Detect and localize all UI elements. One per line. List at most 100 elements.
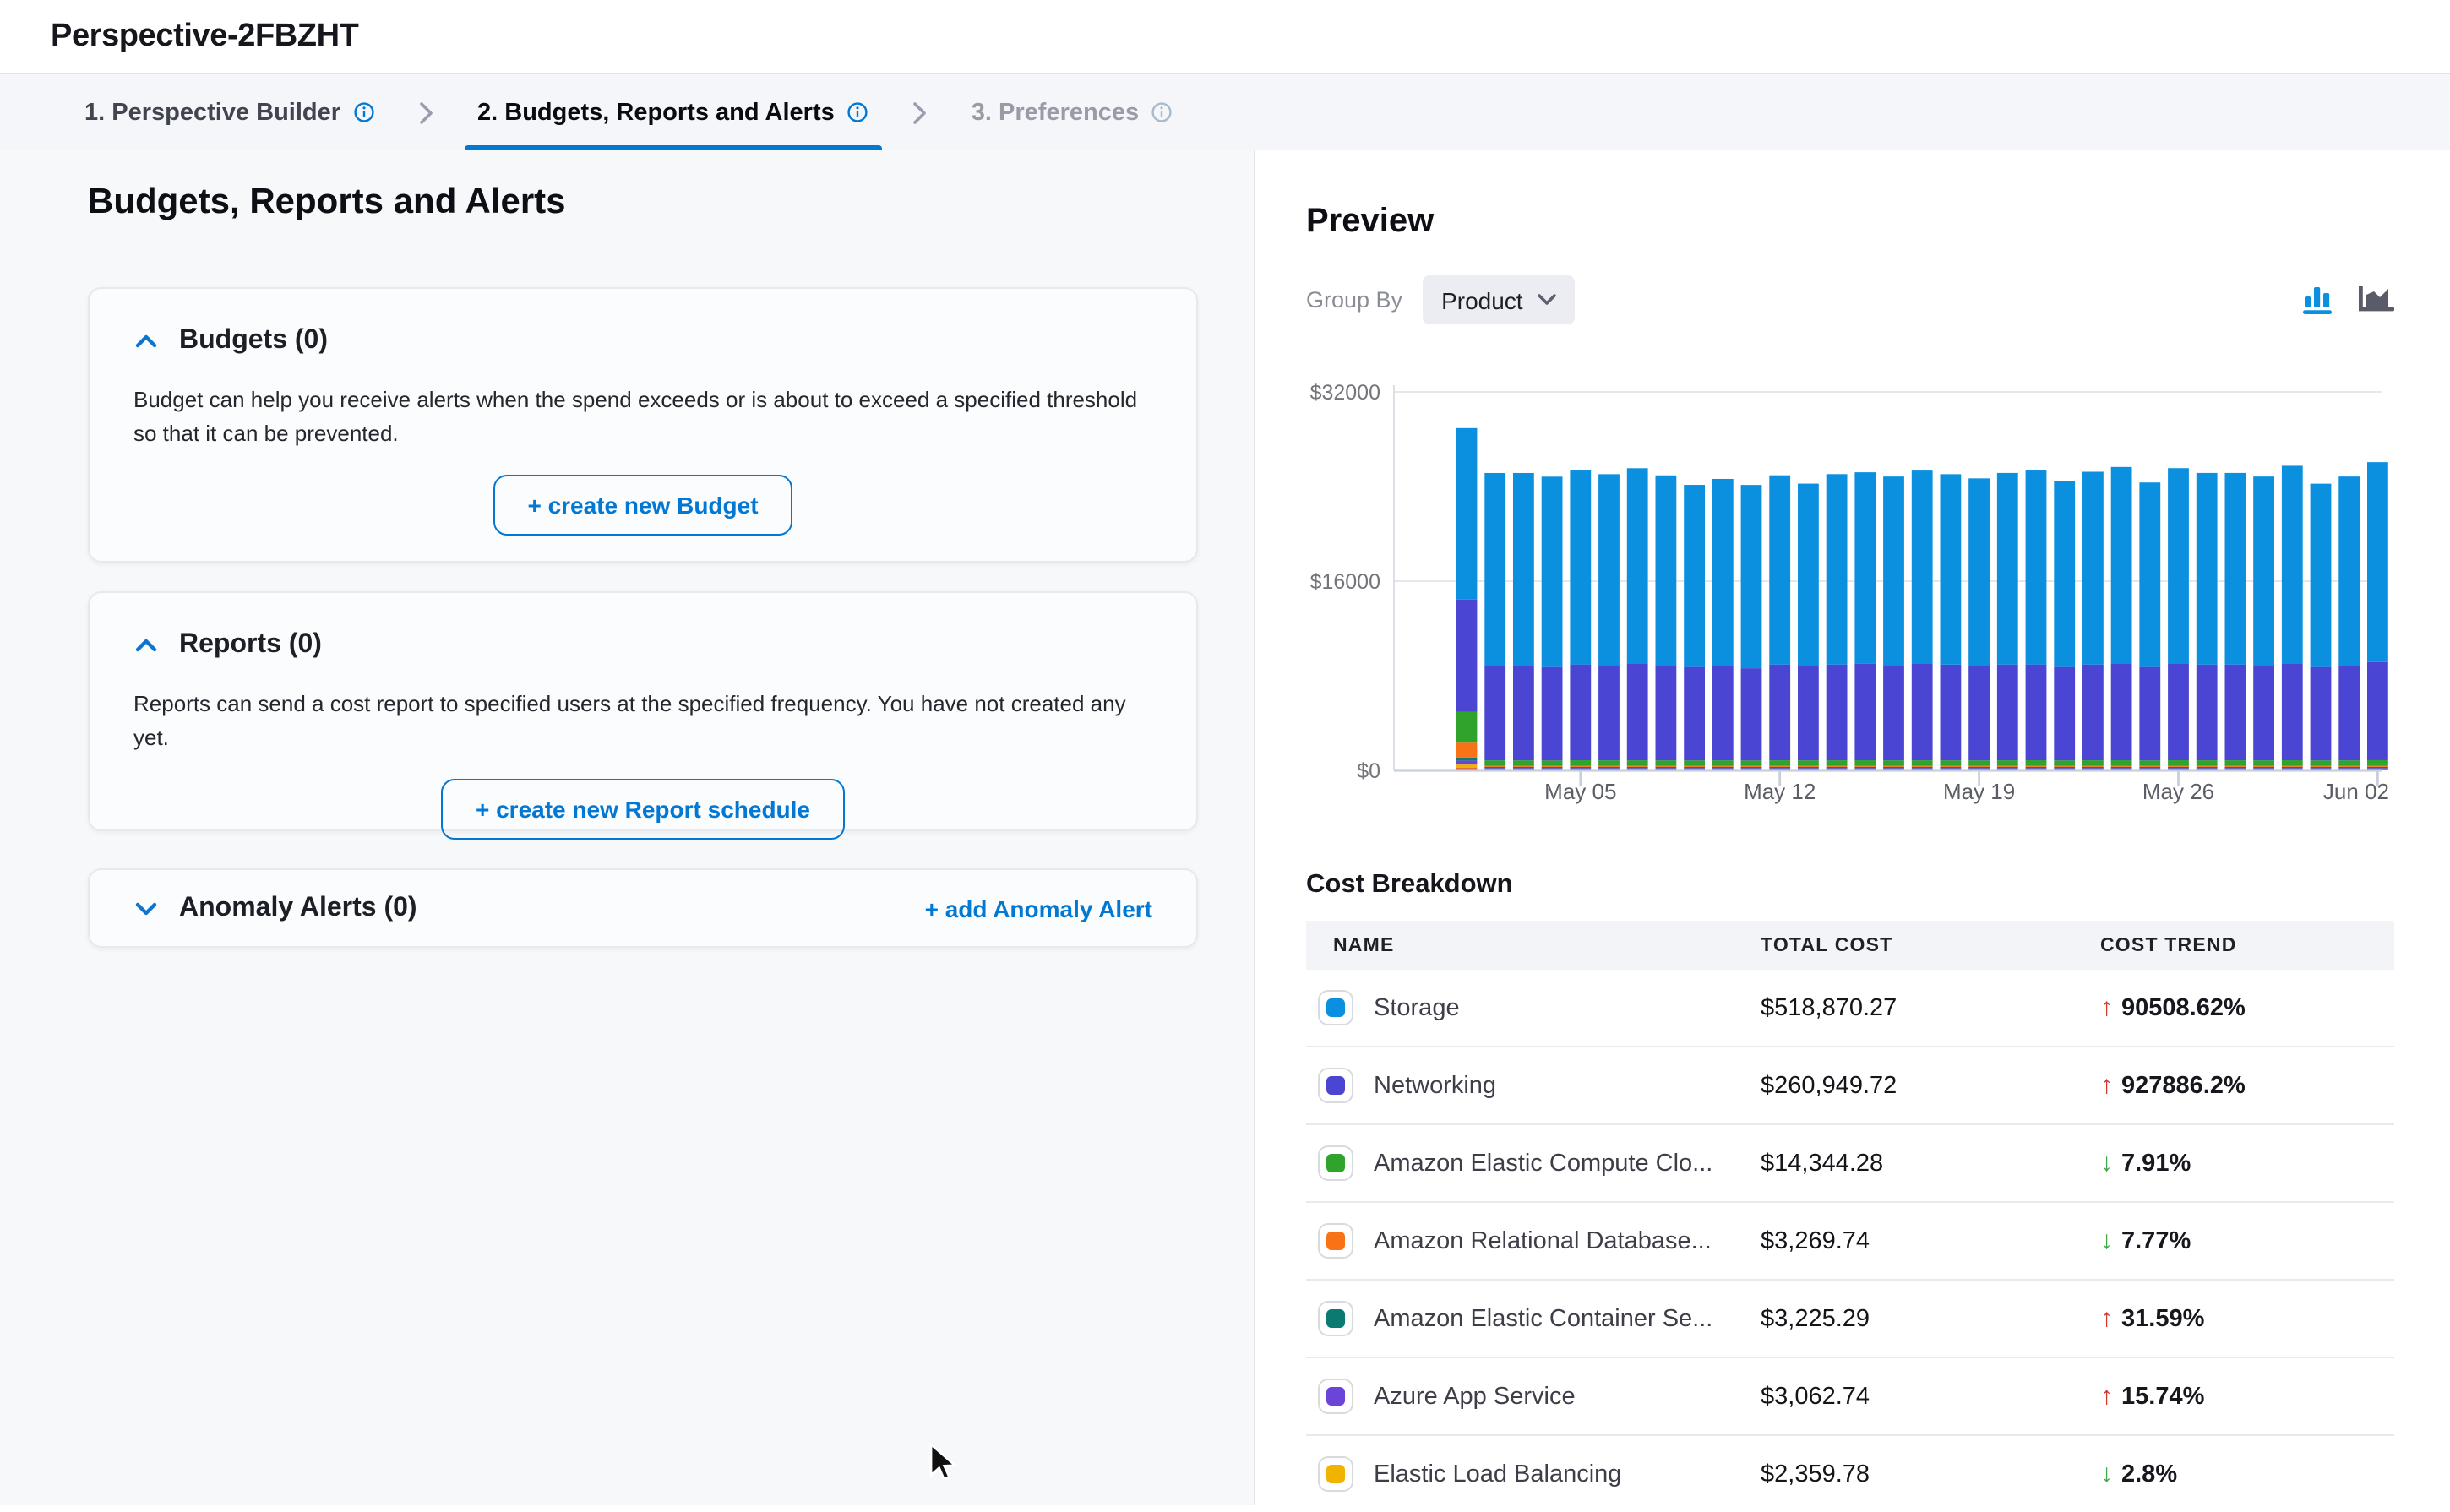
app-window: Perspective-2FBZHT 1. Perspective Builde…: [0, 0, 2450, 1505]
service-name-cell: Amazon Elastic Compute Clo...: [1306, 1125, 1761, 1201]
expand-chevron-down-icon[interactable]: [133, 898, 157, 918]
service-name-cell: Networking: [1306, 1047, 1761, 1123]
settings-column: Budgets, Reports and Alerts Budgets (0) …: [0, 150, 1254, 1505]
svg-text:May 19: May 19: [1943, 779, 2015, 804]
tab-label: 1. Perspective Builder: [84, 99, 340, 126]
service-name: Networking: [1374, 1072, 1496, 1099]
trend-value: 7.91%: [2121, 1150, 2191, 1177]
cost-trend-cell: ↑ 15.74%: [2100, 1383, 2394, 1410]
trend-value: 31.59%: [2121, 1305, 2204, 1332]
add-anomaly-alert-link[interactable]: + add Anomaly Alert: [925, 895, 1152, 922]
service-name: Amazon Relational Database...: [1374, 1227, 1712, 1254]
legend-swatch: [1318, 1068, 1353, 1103]
cost-trend-cell: ↓ 7.77%: [2100, 1227, 2394, 1254]
trend-value: 15.74%: [2121, 1383, 2204, 1410]
legend-swatch: [1318, 990, 1353, 1025]
tab-budgets-reports-alerts[interactable]: 2. Budgets, Reports and Alerts: [460, 74, 885, 150]
collapse-chevron-up-icon[interactable]: [133, 635, 157, 655]
total-cost-value: $2,359.78: [1761, 1435, 2100, 1512]
cost-trend-cell: ↓ 2.8%: [2100, 1460, 2394, 1488]
reports-card: Reports (0) Reports can send a cost repo…: [88, 591, 1198, 831]
total-cost-value: $3,225.29: [1761, 1280, 2100, 1357]
column-header-total-cost: TOTAL COST: [1761, 921, 2100, 970]
table-row: Storage $518,870.27↑ 90508.62%: [1306, 970, 2394, 1047]
service-name: Amazon Elastic Compute Clo...: [1374, 1150, 1712, 1177]
trend-down-arrow-icon: ↓: [2100, 1461, 2113, 1487]
trend-value: 2.8%: [2121, 1460, 2177, 1488]
service-name-cell: Azure App Service: [1306, 1358, 1761, 1434]
group-by-label: Group By: [1306, 287, 1402, 313]
budgets-description: Budget can help you receive alerts when …: [133, 383, 1152, 451]
section-heading: Budgets, Reports and Alerts: [88, 184, 1254, 220]
legend-swatch: [1318, 1145, 1353, 1181]
table-row: Elastic Load Balancing $2,359.78↓ 2.8%: [1306, 1435, 2394, 1512]
info-icon[interactable]: [1151, 101, 1173, 123]
table-row: Azure App Service $3,062.74↑ 15.74%: [1306, 1357, 2394, 1435]
cost-trend-cell: ↓ 7.91%: [2100, 1150, 2394, 1177]
trend-down-arrow-icon: ↓: [2100, 1228, 2113, 1254]
service-name: Azure App Service: [1374, 1383, 1576, 1410]
info-icon[interactable]: [847, 101, 868, 123]
preview-chart-svg: $0$16000$32000May 05May 12May 19May 26Ju…: [1306, 362, 2394, 804]
trend-up-arrow-icon: ↑: [2100, 995, 2113, 1020]
tab-label: 2. Budgets, Reports and Alerts: [477, 99, 835, 126]
table-row: Networking$260,949.72↑927886.2%: [1306, 1047, 2394, 1124]
reports-title: Reports (0): [179, 630, 322, 661]
trend-up-arrow-icon: ↑: [2100, 1306, 2113, 1331]
collapse-chevron-up-icon[interactable]: [133, 331, 157, 351]
trend-value: 927886.2%: [2121, 1072, 2246, 1099]
service-name: Elastic Load Balancing: [1374, 1460, 1621, 1488]
cost-breakdown-table: NAME TOTAL COST COST TREND Storage $518,8…: [1306, 921, 2394, 1512]
svg-text:$32000: $32000: [1310, 381, 1380, 405]
workspace: Budgets, Reports and Alerts Budgets (0) …: [0, 150, 2450, 1505]
budgets-title: Budgets (0): [179, 326, 328, 356]
legend-swatch: [1318, 1301, 1353, 1336]
total-cost-value: $14,344.28: [1761, 1124, 2100, 1202]
cost-table-body: Storage$518,870.27↑90508.62%Networking$2…: [1306, 970, 2394, 1512]
anomaly-alerts-card: Anomaly Alerts (0) + add Anomaly Alert: [88, 868, 1198, 948]
title-bar: Perspective-2FBZHT: [0, 0, 2450, 74]
service-name: Storage: [1374, 994, 1460, 1021]
group-by-row: Group By Product: [1306, 275, 2394, 324]
wizard-tab-bar: 1. Perspective Builder 2. Budgets, Repor…: [0, 74, 2450, 150]
group-by-dropdown[interactable]: Product: [1423, 275, 1576, 324]
cost-trend-cell: ↑ 90508.62%: [2100, 994, 2394, 1021]
service-name-cell: Amazon Elastic Container Se...: [1306, 1281, 1761, 1357]
table-row: Amazon Elastic Container Se...$3,225.29↑…: [1306, 1280, 2394, 1357]
bar-chart-icon[interactable]: [2303, 286, 2335, 314]
svg-text:May 05: May 05: [1544, 779, 1616, 804]
preview-panel: Preview Group By Product $0: [1254, 150, 2450, 1505]
preview-title: Preview: [1306, 204, 2394, 238]
trend-up-arrow-icon: ↑: [2100, 1384, 2113, 1409]
service-name-cell: Elastic Load Balancing: [1306, 1436, 1761, 1512]
trend-value: 7.77%: [2121, 1227, 2191, 1254]
total-cost-value: $3,269.74: [1761, 1202, 2100, 1280]
cost-breakdown-title: Cost Breakdown: [1306, 870, 2394, 900]
anomaly-alerts-title: Anomaly Alerts (0): [179, 893, 417, 923]
area-chart-icon[interactable]: [2359, 286, 2394, 314]
tab-preferences[interactable]: 3. Preferences: [955, 74, 1190, 150]
tab-perspective-builder[interactable]: 1. Perspective Builder: [68, 74, 391, 150]
legend-swatch: [1318, 1456, 1353, 1492]
group-by-value: Product: [1441, 286, 1523, 313]
tab-label: 3. Preferences: [972, 99, 1139, 126]
svg-text:$16000: $16000: [1310, 570, 1380, 594]
chart-type-toggles: [2303, 286, 2394, 314]
info-icon[interactable]: [352, 101, 374, 123]
legend-swatch: [1318, 1379, 1353, 1414]
create-report-schedule-button[interactable]: + create new Report schedule: [442, 779, 844, 840]
svg-text:May 12: May 12: [1744, 779, 1816, 804]
total-cost-value: $518,870.27: [1761, 970, 2100, 1047]
create-budget-button[interactable]: + create new Budget: [493, 475, 792, 536]
cost-preview-chart: $0$16000$32000May 05May 12May 19May 26Ju…: [1306, 362, 2394, 813]
table-row: Amazon Relational Database... $3,269.74↓ 7…: [1306, 1202, 2394, 1280]
table-header-row: NAME TOTAL COST COST TREND: [1306, 921, 2394, 970]
trend-down-arrow-icon: ↓: [2100, 1150, 2113, 1176]
chevron-right-icon: [912, 101, 928, 124]
chevron-right-icon: [418, 101, 433, 124]
budgets-card: Budgets (0) Budget can help you receive …: [88, 287, 1198, 563]
service-name-cell: Storage: [1306, 970, 1761, 1046]
reports-description: Reports can send a cost report to specif…: [133, 688, 1152, 755]
total-cost-value: $3,062.74: [1761, 1357, 2100, 1435]
trend-value: 90508.62%: [2121, 994, 2246, 1021]
